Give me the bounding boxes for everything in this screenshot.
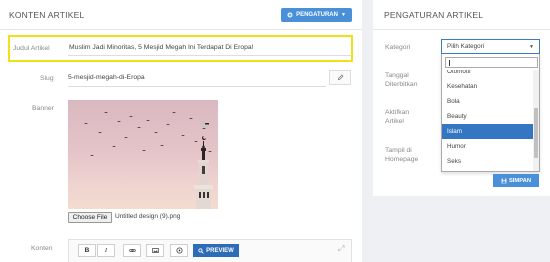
activate-label-line2: Artikel bbox=[385, 118, 404, 125]
homepage-label-line1: Tampil di bbox=[385, 147, 412, 154]
caret-down-icon: ▼ bbox=[529, 44, 534, 50]
link-button[interactable] bbox=[123, 244, 141, 257]
category-option[interactable]: Otomotif bbox=[442, 70, 534, 79]
category-select[interactable]: Pilih Kategori ▼ bbox=[441, 39, 540, 54]
content-label: Konten bbox=[31, 245, 53, 252]
edit-slug-button[interactable] bbox=[329, 70, 351, 85]
pencil-icon bbox=[337, 74, 343, 81]
settings-dropdown-button[interactable]: PENGATURAN ▼ bbox=[281, 8, 352, 22]
category-option[interactable]: Bola bbox=[442, 94, 534, 109]
preview-button[interactable]: PREVIEW bbox=[193, 244, 239, 257]
article-settings-title: PENGATURAN ARTIKEL bbox=[384, 10, 484, 20]
activate-label-line1: Aktifkan bbox=[385, 109, 410, 116]
category-dropdown: Otomotif Kesehatan Bola Beauty Islam Hum… bbox=[441, 54, 540, 172]
italic-button[interactable]: I bbox=[97, 244, 115, 257]
link-icon bbox=[128, 249, 136, 252]
title-label: Judul Artikel bbox=[13, 45, 50, 52]
gear-icon bbox=[287, 12, 293, 18]
category-search-input[interactable] bbox=[445, 57, 538, 68]
slug-input-underline bbox=[68, 86, 326, 87]
divider bbox=[373, 29, 550, 30]
category-label: Kategori bbox=[385, 44, 411, 51]
slug-label: Slug bbox=[40, 75, 54, 82]
save-button-label: SIMPAN bbox=[508, 177, 532, 184]
banner-label: Banner bbox=[32, 105, 54, 112]
category-option[interactable]: Humor bbox=[442, 139, 534, 154]
image-button[interactable] bbox=[146, 244, 164, 257]
image-icon bbox=[151, 248, 159, 253]
category-option[interactable]: Seks bbox=[442, 154, 534, 169]
category-options-list: Otomotif Kesehatan Bola Beauty Islam Hum… bbox=[442, 70, 534, 171]
category-select-value: Pilih Kategori bbox=[447, 43, 485, 50]
file-name-text: Untitled design (9).png bbox=[115, 213, 181, 220]
publish-date-label-line2: Diterbitkan bbox=[385, 81, 418, 88]
preview-label: PREVIEW bbox=[206, 247, 234, 254]
homepage-label-line2: Homepage bbox=[385, 156, 419, 163]
category-option[interactable]: Kesehatan bbox=[442, 79, 534, 94]
chevron-down-icon: ▼ bbox=[340, 12, 346, 18]
dropdown-scrollbar-thumb[interactable] bbox=[534, 108, 538, 158]
help-icon bbox=[175, 247, 183, 254]
category-option[interactable]: Beauty bbox=[442, 109, 534, 124]
mosque-minaret-illustration bbox=[84, 112, 213, 209]
banner-image bbox=[68, 100, 218, 209]
floppy-disk-icon bbox=[501, 178, 507, 183]
settings-button-label: PENGATURAN bbox=[296, 12, 338, 18]
save-button[interactable]: SIMPAN bbox=[493, 174, 539, 187]
title-input-underline bbox=[68, 55, 351, 56]
title-input[interactable]: Muslim Jadi Minoritas, 5 Mesjid Megah In… bbox=[69, 44, 254, 51]
search-icon bbox=[198, 247, 204, 254]
bold-button[interactable]: B bbox=[78, 244, 96, 257]
help-button[interactable] bbox=[170, 244, 188, 257]
article-content-title: KONTEN ARTIKEL bbox=[9, 10, 85, 20]
choose-file-button[interactable]: Choose File bbox=[68, 212, 112, 223]
category-option-selected[interactable]: Islam bbox=[442, 124, 534, 139]
publish-date-label-line1: Tanggal bbox=[385, 72, 409, 79]
fullscreen-icon[interactable]: ⤢ bbox=[338, 244, 344, 254]
slug-input[interactable]: 5-mesjid-megah-di-Eropa bbox=[68, 74, 145, 81]
divider bbox=[0, 29, 362, 30]
